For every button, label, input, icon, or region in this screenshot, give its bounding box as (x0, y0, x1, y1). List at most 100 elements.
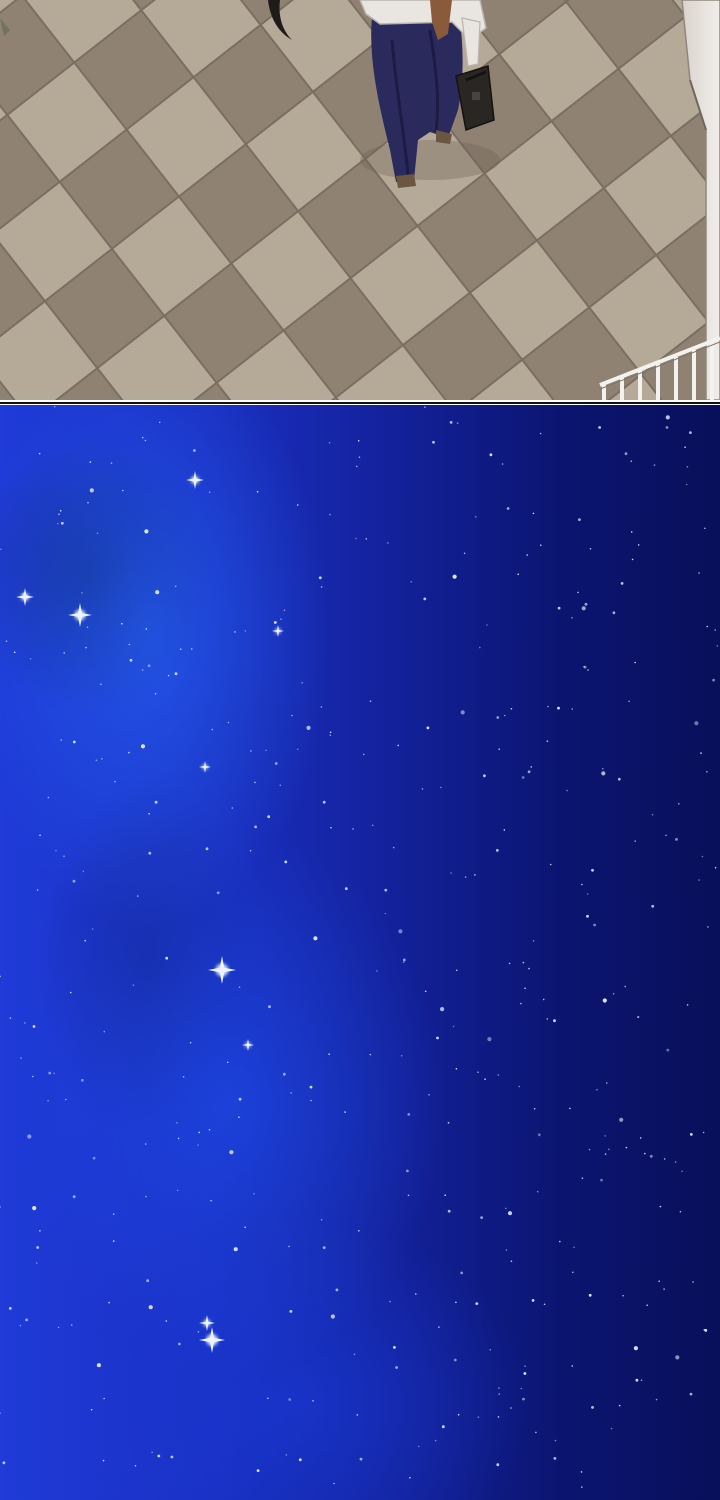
star (571, 708, 573, 710)
sparkle-star (186, 471, 204, 489)
star (524, 1365, 526, 1367)
star (553, 1019, 556, 1023)
star (335, 1288, 339, 1292)
star (53, 405, 56, 408)
star (475, 1302, 479, 1305)
star (330, 826, 332, 829)
star (434, 1439, 437, 1442)
star (0, 548, 2, 551)
star (72, 740, 76, 744)
star (274, 762, 278, 765)
star (320, 1219, 323, 1221)
star (48, 1071, 52, 1075)
star (588, 1293, 592, 1297)
star (441, 1425, 445, 1429)
star (38, 452, 41, 455)
star (328, 1053, 330, 1055)
star (428, 1094, 430, 1096)
star (141, 669, 144, 671)
star (352, 828, 354, 830)
star (678, 803, 680, 805)
star (698, 879, 700, 881)
star (176, 1189, 179, 1192)
star (0, 1412, 1, 1414)
star (423, 597, 427, 601)
star (694, 721, 699, 726)
star (460, 710, 465, 715)
star (53, 1072, 55, 1075)
star (174, 672, 178, 676)
star (182, 1076, 185, 1078)
star (267, 1397, 269, 1400)
panel-border (0, 402, 720, 404)
star (521, 776, 525, 779)
star (309, 1085, 313, 1089)
star (47, 796, 50, 799)
star (288, 1398, 292, 1401)
star (320, 586, 323, 588)
star (421, 788, 424, 790)
star (506, 507, 510, 510)
star (714, 866, 717, 869)
star (136, 895, 139, 897)
star (151, 1451, 153, 1454)
star (371, 824, 374, 827)
star (283, 609, 286, 612)
star (298, 1458, 302, 1462)
star (154, 800, 158, 804)
star (700, 752, 702, 754)
star (675, 1355, 680, 1360)
star (91, 928, 94, 930)
star (63, 652, 65, 654)
star (559, 1240, 561, 1243)
star (238, 986, 241, 988)
star (501, 463, 504, 465)
star (543, 1303, 546, 1306)
star (460, 1271, 464, 1275)
star (407, 1194, 410, 1197)
star (630, 460, 633, 462)
star (424, 990, 427, 993)
star (464, 876, 467, 878)
star (313, 936, 318, 941)
star (584, 602, 588, 606)
star (280, 618, 282, 620)
star (536, 1190, 539, 1193)
star (328, 441, 331, 444)
star (256, 1469, 260, 1472)
star (306, 725, 311, 730)
star (530, 766, 532, 768)
star (59, 510, 62, 512)
star (463, 552, 466, 555)
star (517, 573, 519, 576)
star (20, 1057, 22, 1059)
star (85, 646, 87, 649)
star (573, 1246, 575, 1249)
star (148, 812, 150, 815)
star (604, 1135, 606, 1137)
star (141, 436, 144, 439)
star (147, 664, 151, 668)
star (273, 621, 277, 624)
star (60, 521, 64, 525)
star (39, 834, 41, 837)
star (663, 1288, 665, 1290)
star (438, 1326, 440, 1328)
star (497, 1074, 500, 1076)
star (144, 1143, 147, 1145)
star (355, 537, 357, 540)
star (665, 834, 667, 837)
star (0, 975, 1, 978)
star (31, 1075, 34, 1078)
star (689, 1392, 693, 1396)
star (689, 1133, 693, 1136)
tiled-floor (0, 0, 720, 400)
star (9, 1017, 12, 1019)
star (39, 1230, 41, 1232)
star (625, 1146, 628, 1149)
star (146, 1279, 150, 1283)
star (359, 1457, 363, 1461)
star (284, 860, 288, 864)
star (365, 538, 368, 540)
sparkle-star (242, 1039, 254, 1051)
